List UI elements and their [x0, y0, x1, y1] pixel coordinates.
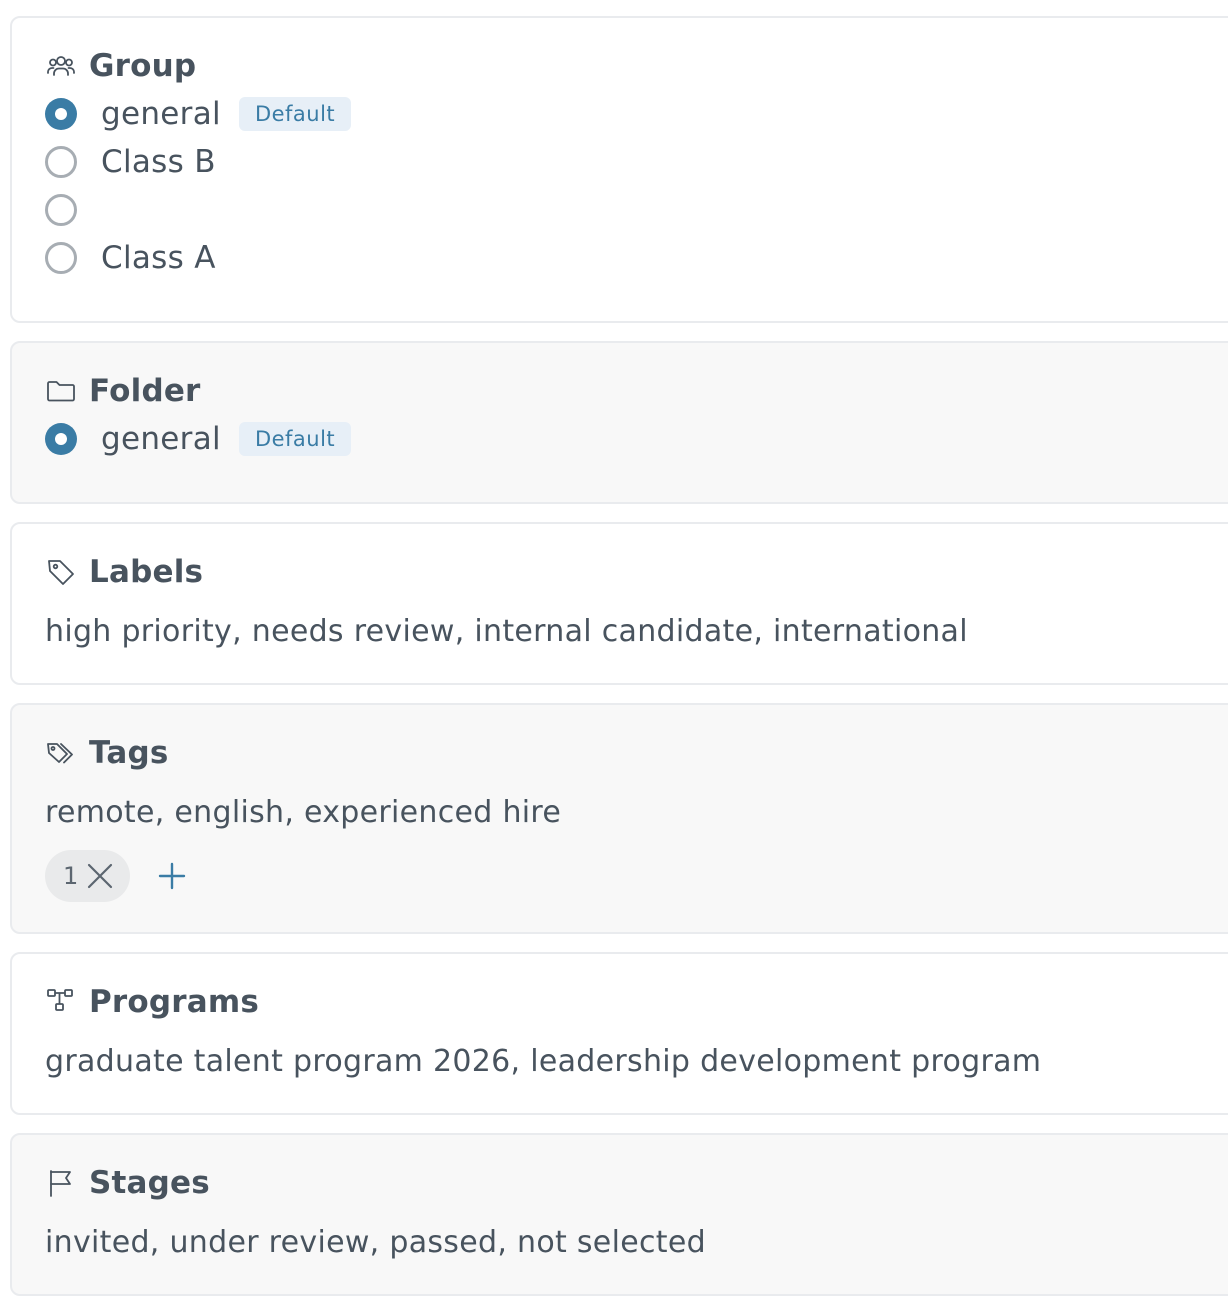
group-option-general[interactable]: general Default: [45, 90, 1228, 138]
programs-title: Programs: [89, 984, 260, 1020]
group-option-label: Class B: [101, 144, 216, 180]
tags-title: Tags: [89, 735, 169, 771]
add-tag-button[interactable]: [152, 856, 192, 896]
users-icon: [45, 50, 77, 82]
detail-panel: Group general Default Class B Class A Fo…: [10, 16, 1228, 1314]
labels-card: Labels high priority, needs review, inte…: [10, 522, 1228, 685]
folder-header: Folder: [45, 371, 1228, 411]
stages-value: invited, under review, passed, not selec…: [45, 1225, 706, 1260]
folder-title: Folder: [89, 373, 201, 409]
group-option-class-b[interactable]: Class B: [45, 138, 1228, 186]
labels-title: Labels: [89, 554, 204, 590]
folder-icon: [45, 375, 77, 407]
radio-checked[interactable]: [45, 98, 77, 130]
radio-unchecked[interactable]: [45, 242, 77, 274]
group-option-label: Class A: [101, 240, 216, 276]
stages-title: Stages: [89, 1165, 210, 1201]
group-option-empty[interactable]: [45, 186, 1228, 234]
tags-icon: [45, 737, 77, 769]
group-option-class-a[interactable]: Class A: [45, 234, 1228, 282]
default-badge: Default: [238, 97, 352, 131]
folder-options: general Default: [45, 415, 1228, 463]
tag-chip[interactable]: 1: [45, 850, 131, 902]
labels-header: Labels: [45, 552, 1228, 592]
programs-value: graduate talent program 2026, leadership…: [45, 1044, 1042, 1079]
group-card: Group general Default Class B Class A: [10, 16, 1228, 323]
folder-option-general[interactable]: general Default: [45, 415, 1228, 463]
folder-card: Folder general Default: [10, 341, 1228, 504]
programs-card: Programs graduate talent program 2026, l…: [10, 952, 1228, 1115]
close-icon[interactable]: [84, 860, 116, 892]
hierarchy-icon: [45, 986, 77, 1018]
labels-value: high priority, needs review, internal ca…: [45, 614, 968, 649]
stages-header: Stages: [45, 1163, 1228, 1203]
tag-chip-row: 1: [45, 850, 1228, 902]
tag-icon: [45, 556, 77, 588]
programs-header: Programs: [45, 982, 1228, 1022]
radio-unchecked[interactable]: [45, 194, 77, 226]
group-title: Group: [89, 48, 197, 84]
group-options: general Default Class B Class A: [45, 90, 1228, 282]
group-header: Group: [45, 46, 1228, 86]
stages-card: Stages invited, under review, passed, no…: [10, 1133, 1228, 1296]
radio-checked[interactable]: [45, 423, 77, 455]
folder-option-label: general: [101, 421, 221, 457]
default-badge: Default: [238, 422, 352, 456]
group-option-label: general: [101, 96, 221, 132]
tag-chip-label: 1: [63, 862, 79, 890]
radio-unchecked[interactable]: [45, 146, 77, 178]
flag-icon: [45, 1167, 77, 1199]
plus-icon: [159, 862, 186, 890]
tags-header: Tags: [45, 733, 1228, 773]
tags-value: remote, english, experienced hire: [45, 795, 562, 830]
tags-card: Tags remote, english, experienced hire 1: [10, 703, 1228, 934]
